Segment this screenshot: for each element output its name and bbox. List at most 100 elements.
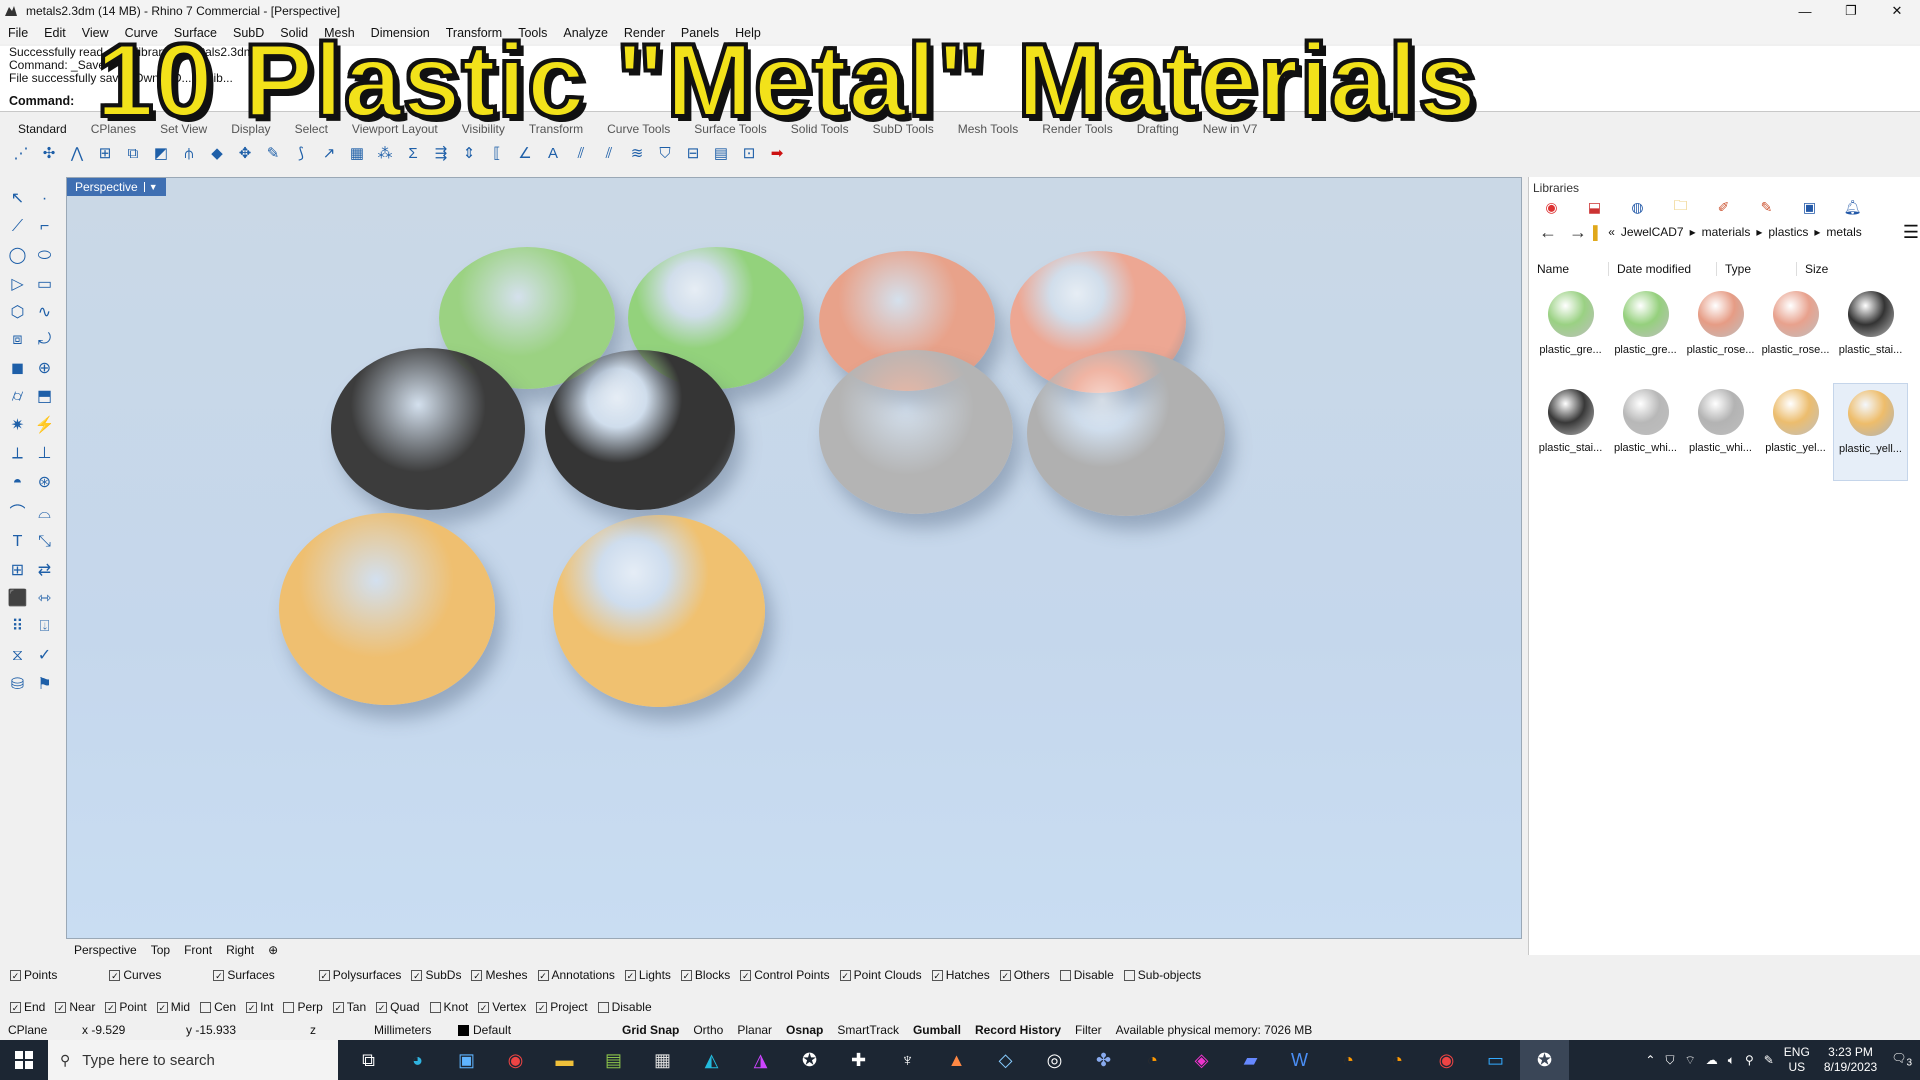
trim-icon[interactable]: ⟂ [4,440,31,468]
sphere-stainless-glossy[interactable] [545,350,735,510]
table-tool-icon[interactable]: ▤ [710,142,732,164]
filter-meshes-checkbox[interactable]: ✓ Meshes [471,968,528,982]
angle-tool-icon[interactable]: ∠ [514,142,536,164]
shield-tool-icon[interactable]: ⛉ [654,142,676,164]
filter-subds-checkbox[interactable]: ✓ SubDs [411,968,461,982]
language-indicator[interactable]: ENG US [1784,1045,1810,1075]
array-tool-icon[interactable]: ▦ [346,142,368,164]
filter-others-checkbox[interactable]: ✓ Others [999,968,1050,982]
column-date-modified[interactable]: Date modified [1609,262,1717,276]
material-tile[interactable]: plastic_whi... [1608,383,1683,481]
viewport-title[interactable]: Perspective ▼ [67,178,166,196]
folder-icon[interactable]: 🗀 [1670,197,1691,218]
taskbar-search-box[interactable]: ⚲ Type here to search [48,1040,338,1080]
grid-icon[interactable]: ⠿ [4,612,31,640]
hamburger-menu-icon[interactable]: ☰ [1903,222,1919,243]
material-icon[interactable]: ⚑ [31,670,58,698]
gumball-tool-icon[interactable]: ✥ [234,142,256,164]
rectangle-icon[interactable]: ▭ [31,270,58,298]
chrome-icon[interactable]: ◉ [491,1040,540,1080]
osnap-point-checkbox[interactable]: ✓ Point [105,1000,147,1014]
pen-tool-icon[interactable]: ✎ [262,142,284,164]
osnap-disable-checkbox[interactable]: Disable [597,1000,652,1014]
osnap-toggle[interactable]: Osnap [786,1023,823,1037]
select-icon[interactable]: ↖ [4,184,31,212]
blender-icon-2[interactable]: ◔ [1324,1040,1373,1080]
column-type[interactable]: Type [1717,262,1797,276]
curve-points-icon[interactable]: ⌐ [31,213,58,241]
breadcrumb-overflow[interactable]: « [1608,225,1615,239]
material-tile[interactable]: plastic_stai... [1833,285,1908,383]
forward-arrow-icon[interactable]: → [1569,222,1587,243]
array-icon[interactable]: ⊞ [4,556,31,584]
tray-chevron-icon[interactable]: ⌃ [1645,1053,1655,1067]
material-tile[interactable]: plastic_yel... [1758,383,1833,481]
calculator-icon[interactable]: ▦ [638,1040,687,1080]
flow-icon[interactable]: ⇄ [31,556,58,584]
designer-icon[interactable]: ◭ [687,1040,736,1080]
perspective-viewport[interactable]: Perspective ▼ [66,177,1522,939]
shield-icon[interactable]: ⛉ [1665,1053,1674,1068]
surface-icon[interactable]: ⧈ [4,326,31,354]
stack-tool-icon[interactable]: ⇕ [458,142,480,164]
material-tile[interactable]: plastic_gre... [1533,285,1608,383]
back-arrow-icon[interactable]: ← [1539,222,1557,243]
color-wheel-icon[interactable]: ◉ [1541,197,1562,218]
inkscape-icon[interactable]: ▲ [932,1040,981,1080]
material-tile[interactable]: plastic_stai... [1533,383,1608,481]
smarttrack-toggle[interactable]: SmartTrack [837,1023,899,1037]
brush-icon[interactable]: ✐ [1713,197,1734,218]
filter-blocks-checkbox[interactable]: ✓ Blocks [680,968,730,982]
edit-icon[interactable]: ✎ [1756,197,1777,218]
ortho-toggle[interactable]: Ortho [693,1023,723,1037]
move-tool-icon[interactable]: ↗ [318,142,340,164]
fillet-icon[interactable]: ⌒ [4,497,31,525]
box-tool-icon[interactable]: ◩ [150,142,172,164]
davinci-icon[interactable]: ✤ [1079,1040,1128,1080]
file-explorer-icon[interactable]: ▬ [540,1040,589,1080]
rhino-taskbar-icon[interactable]: ✪ [785,1040,834,1080]
material-tile[interactable]: plastic_gre... [1608,285,1683,383]
lightning-icon[interactable]: ⚡ [31,411,58,439]
layer-indicator[interactable]: Default [458,1023,608,1037]
windows-start-icon[interactable] [0,1040,48,1080]
filter-disable-checkbox[interactable]: Disable [1059,968,1114,982]
solid-box-icon[interactable]: ◼ [4,354,31,382]
restore-button[interactable]: ❐ [1828,0,1874,22]
notification-icon[interactable]: 🗨︎3 [1891,1051,1912,1068]
join-icon[interactable]: ◓ [4,469,31,497]
sphere-white-glossy[interactable] [1027,350,1225,516]
sigma-tool-icon[interactable]: Σ [402,142,424,164]
material-tile[interactable]: plastic_rose... [1758,285,1833,383]
osnap-near-checkbox[interactable]: ✓ Near [55,1000,95,1014]
usb-icon[interactable]: ⚲ [1745,1053,1754,1067]
affinity-icon[interactable]: ◮ [736,1040,785,1080]
close-button[interactable]: ✕ [1874,0,1920,22]
text-icon[interactable]: T [4,528,31,556]
mirror-tool-icon[interactable]: ⫛ [178,142,200,164]
polyline-icon[interactable]: ⟋ [4,213,31,241]
pattern-tool-icon[interactable]: ⁂ [374,142,396,164]
units-label[interactable]: Millimeters [374,1023,444,1037]
gumball-toggle[interactable]: Gumball [913,1023,961,1037]
filter-point-clouds-checkbox[interactable]: ✓ Point Clouds [839,968,922,982]
filter-control-points-checkbox[interactable]: ✓ Control Points [740,968,830,982]
ellipse-icon[interactable]: ⬭ [31,242,58,270]
breadcrumb-item[interactable]: materials [1702,225,1751,239]
rhino-active-icon[interactable]: ✪ [1520,1040,1569,1080]
osnap-perp-checkbox[interactable]: Perp [283,1000,323,1014]
cplane-label[interactable]: CPlane [8,1023,68,1037]
slash2-tool-icon[interactable]: ⫽ [598,142,620,164]
osnap-end-checkbox[interactable]: ✓ End [10,1000,45,1014]
menu-edit[interactable]: Edit [44,26,66,40]
breadcrumb-item[interactable]: JewelCAD7 [1621,225,1684,239]
osnap-int-checkbox[interactable]: ✓ Int [246,1000,273,1014]
record-history-toggle[interactable]: Record History [975,1023,1061,1037]
sphere-yellow-glossy[interactable] [553,515,765,707]
explode-icon[interactable]: ✷ [4,411,31,439]
circle-icon[interactable]: ◯ [4,241,31,269]
tab-front[interactable]: Front [184,943,212,957]
osnap-quad-checkbox[interactable]: ✓ Quad [376,1000,420,1014]
plane-icon[interactable]: ⬒ [31,382,58,410]
ruler-tool-icon[interactable]: ⊟ [682,142,704,164]
